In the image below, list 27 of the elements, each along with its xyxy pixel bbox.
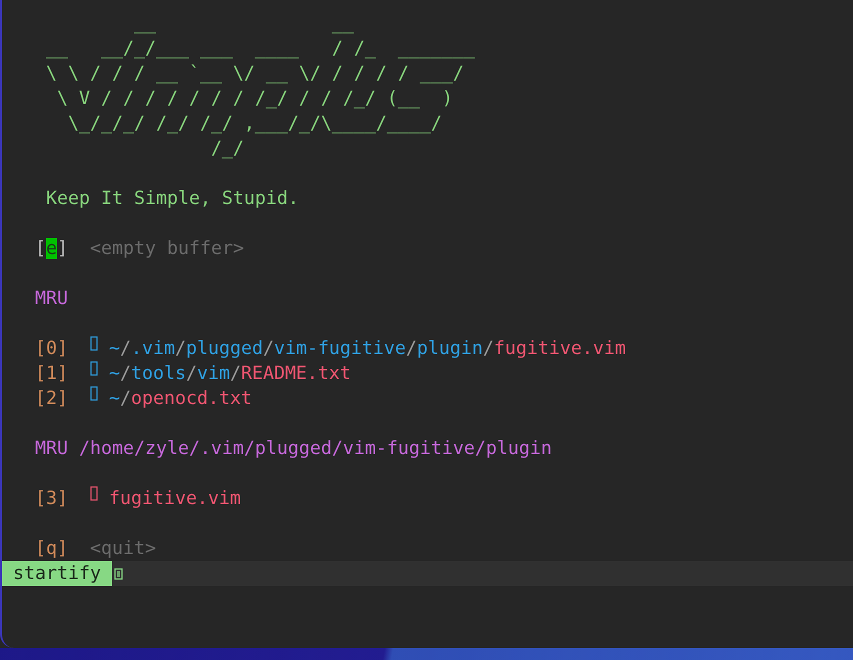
file-path: ~/tools/vim/README.txt <box>108 362 351 386</box>
ascii-art-line: __ __ <box>132 13 354 34</box>
entry-label[interactable]: <quit> <box>90 536 156 561</box>
file-path: fugitive.vim <box>108 487 241 511</box>
separator-icon <box>114 568 123 580</box>
tagline: Keep It Simple, Stupid. <box>46 188 299 209</box>
ascii-art-line: \ \ / / / __ `__ \/ __ \/ / / / / ___/ <box>44 63 464 84</box>
section-heading: MRU <box>34 288 68 309</box>
ascii-art-line: \_/_/_/ /_/ /_/ ,___/_/\____/____/ <box>66 113 442 134</box>
ascii-art-line: \ V / / / / / / / /_/ / / /_/ (__ ) <box>56 88 453 109</box>
entry-key[interactable]: [q] <box>34 536 68 561</box>
file-icon <box>90 486 98 501</box>
entry-key[interactable]: [e] <box>34 236 68 261</box>
file-icon <box>90 361 98 376</box>
entry-key[interactable]: [2] <box>34 386 68 411</box>
section-heading: MRU /home/zyle/.vim/plugged/vim-fugitive/plugin <box>34 438 552 459</box>
mode-indicator: startify <box>2 561 112 586</box>
ascii-art-line: __ __/_/___ ___ ____ / /_ _______ <box>44 38 475 59</box>
entry-key[interactable]: [1] <box>34 361 68 386</box>
ascii-art-line: /_/ <box>210 138 244 159</box>
file-path: ~/openocd.txt <box>108 387 252 411</box>
entry-key[interactable]: [3] <box>34 486 68 511</box>
entry-label[interactable]: <empty buffer> <box>90 236 244 261</box>
entry-key[interactable]: [0] <box>34 336 68 361</box>
file-icon <box>90 336 98 351</box>
file-path: ~/.vim/plugged/vim-fugitive/plugin/fugitive.vim <box>108 337 626 361</box>
file-icon <box>90 386 98 401</box>
